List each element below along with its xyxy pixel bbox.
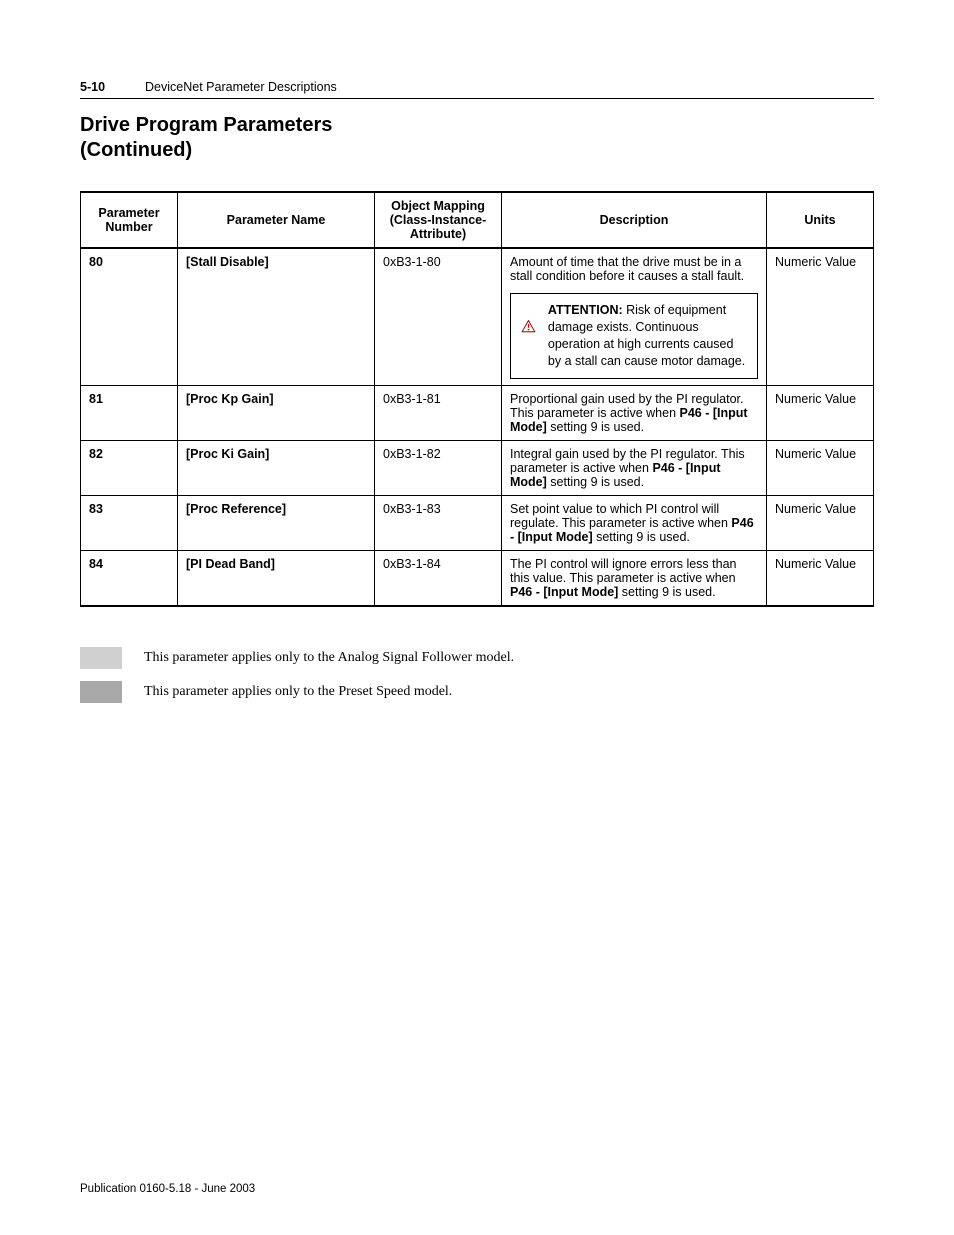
footer: Publication 0160-5.18 - June 2003 bbox=[80, 1183, 255, 1195]
legend-text-dark: This parameter applies only to the Prese… bbox=[144, 684, 452, 700]
cell-name: [Proc Ki Gain] bbox=[178, 440, 375, 495]
section-title-line1: Drive Program Parameters bbox=[80, 114, 332, 136]
desc-post: setting 9 is used. bbox=[618, 585, 715, 599]
cell-mapping: 0xB3-1-82 bbox=[375, 440, 502, 495]
table-row: 82 [Proc Ki Gain] 0xB3-1-82 Integral gai… bbox=[81, 440, 874, 495]
running-title: DeviceNet Parameter Descriptions bbox=[145, 80, 337, 94]
attention-label: ATTENTION: bbox=[548, 303, 623, 317]
cell-number: 82 bbox=[81, 440, 178, 495]
table-row: 83 [Proc Reference] 0xB3-1-83 Set point … bbox=[81, 495, 874, 550]
cell-description: Integral gain used by the PI regulator. … bbox=[502, 440, 767, 495]
cell-name: [Proc Kp Gain] bbox=[178, 385, 375, 440]
legend-text-light: This parameter applies only to the Analo… bbox=[144, 650, 514, 666]
cell-description: Amount of time that the drive must be in… bbox=[502, 248, 767, 385]
table-header-row: Parameter Number Parameter Name Object M… bbox=[81, 192, 874, 248]
cell-number: 83 bbox=[81, 495, 178, 550]
th-mapping-l2: (Class-Instance- bbox=[390, 213, 487, 227]
th-parameter-number: Parameter Number bbox=[81, 192, 178, 248]
legend-row-dark: This parameter applies only to the Prese… bbox=[80, 681, 874, 703]
cell-mapping: 0xB3-1-84 bbox=[375, 550, 502, 606]
desc-bold: P46 - [Input Mode] bbox=[510, 585, 618, 599]
desc-pre: Set point value to which PI control will… bbox=[510, 502, 731, 530]
section-title: Drive Program Parameters (Continued) bbox=[80, 113, 874, 163]
cell-description: Set point value to which PI control will… bbox=[502, 495, 767, 550]
legend-swatch-dark bbox=[80, 681, 122, 703]
desc-pre: The PI control will ignore errors less t… bbox=[510, 557, 736, 585]
desc-post: setting 9 is used. bbox=[547, 475, 644, 489]
th-parameter-name: Parameter Name bbox=[178, 192, 375, 248]
cell-number: 81 bbox=[81, 385, 178, 440]
cell-mapping: 0xB3-1-83 bbox=[375, 495, 502, 550]
cell-description: The PI control will ignore errors less t… bbox=[502, 550, 767, 606]
cell-units: Numeric Value bbox=[767, 248, 874, 385]
cell-mapping: 0xB3-1-80 bbox=[375, 248, 502, 385]
th-description: Description bbox=[502, 192, 767, 248]
cell-name: [Stall Disable] bbox=[178, 248, 375, 385]
page-number: 5-10 bbox=[80, 80, 105, 94]
legend-swatch-light bbox=[80, 647, 122, 669]
attention-text: ATTENTION: Risk of equipment damage exis… bbox=[548, 302, 747, 370]
cell-name: [PI Dead Band] bbox=[178, 550, 375, 606]
cell-description: Proportional gain used by the PI regulat… bbox=[502, 385, 767, 440]
attention-box: ATTENTION: Risk of equipment damage exis… bbox=[510, 293, 758, 379]
desc-post: setting 9 is used. bbox=[547, 420, 644, 434]
running-header: 5-10 DeviceNet Parameter Descriptions bbox=[80, 80, 874, 99]
legend-row-light: This parameter applies only to the Analo… bbox=[80, 647, 874, 669]
table-row: 80 [Stall Disable] 0xB3-1-80 Amount of t… bbox=[81, 248, 874, 385]
th-mapping-l3: Attribute) bbox=[410, 227, 466, 241]
legend: This parameter applies only to the Analo… bbox=[80, 647, 874, 703]
parameters-table: Parameter Number Parameter Name Object M… bbox=[80, 191, 874, 607]
th-object-mapping: Object Mapping (Class-Instance- Attribut… bbox=[375, 192, 502, 248]
table-row: 84 [PI Dead Band] 0xB3-1-84 The PI contr… bbox=[81, 550, 874, 606]
cell-number: 84 bbox=[81, 550, 178, 606]
cell-units: Numeric Value bbox=[767, 495, 874, 550]
section-title-line2: (Continued) bbox=[80, 139, 192, 161]
cell-mapping: 0xB3-1-81 bbox=[375, 385, 502, 440]
attention-icon bbox=[521, 302, 536, 350]
desc-intro: Amount of time that the drive must be in… bbox=[510, 255, 758, 283]
table-row: 81 [Proc Kp Gain] 0xB3-1-81 Proportional… bbox=[81, 385, 874, 440]
th-units: Units bbox=[767, 192, 874, 248]
th-mapping-l1: Object Mapping bbox=[391, 199, 485, 213]
desc-post: setting 9 is used. bbox=[593, 530, 690, 544]
cell-name: [Proc Reference] bbox=[178, 495, 375, 550]
cell-number: 80 bbox=[81, 248, 178, 385]
cell-units: Numeric Value bbox=[767, 550, 874, 606]
cell-units: Numeric Value bbox=[767, 385, 874, 440]
cell-units: Numeric Value bbox=[767, 440, 874, 495]
